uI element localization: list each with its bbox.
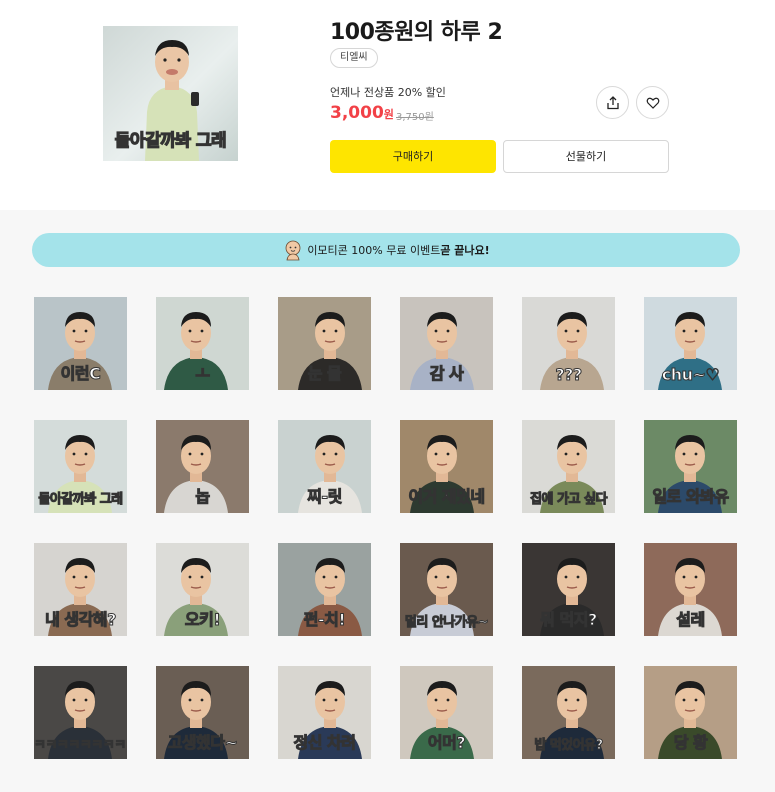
sticker-item[interactable]: 펀-치! — [278, 543, 371, 636]
sticker-item[interactable]: 뭐 먹지? — [522, 543, 615, 636]
promo-text: 언제나 전상품 20% 할인 — [330, 86, 446, 99]
sticker-item[interactable]: 돌아갈까봐 그래 — [34, 420, 127, 513]
sticker-item[interactable]: 이런C — [34, 297, 127, 390]
sticker-caption: 이런C — [60, 364, 101, 384]
sticker-caption: 내 생각해? — [45, 610, 117, 630]
buy-button[interactable]: 구매하기 — [330, 140, 496, 173]
banner-text: 이모티콘 100% 무료 이벤트 — [307, 244, 441, 257]
emoticon-character-icon — [285, 240, 301, 261]
sticker-item[interactable]: 정신 차려 — [278, 666, 371, 759]
sticker-caption: 밥 먹었어유? — [534, 738, 604, 754]
like-button[interactable] — [636, 86, 669, 119]
sticker-caption: 일로 와봐유 — [652, 487, 730, 507]
sticker-caption: 찌-릿 — [307, 487, 343, 507]
sticker-item[interactable]: 놉 — [156, 420, 249, 513]
gift-button[interactable]: 선물하기 — [503, 140, 669, 173]
product-header: 돌아갈까봐 그래 100종원의 하루 2 티엘씨 언제나 전상품 20% 할인 … — [0, 0, 775, 210]
price: 3,000원 — [330, 103, 394, 123]
sticker-item[interactable]: 멀리 안나가유~ — [400, 543, 493, 636]
sticker-caption: 감 사 — [429, 364, 464, 384]
sticker-item[interactable]: 이거 재밌네 — [400, 420, 493, 513]
sticker-item[interactable]: 당 황 — [644, 666, 737, 759]
sticker-caption: 정신 차려 — [293, 733, 356, 753]
share-button[interactable] — [596, 86, 629, 119]
author-badge[interactable]: 티엘씨 — [330, 48, 378, 68]
sticker-caption: 이거 재밌네 — [408, 487, 486, 507]
sticker-caption: 당 황 — [673, 733, 708, 753]
sticker-item[interactable]: 설레 — [644, 543, 737, 636]
sticker-item[interactable]: 일로 와봐유 — [644, 420, 737, 513]
sticker-caption: 뭐 먹지? — [540, 610, 598, 630]
sticker-caption: 멀리 안나가유~ — [404, 615, 489, 631]
sticker-item[interactable]: ??? — [522, 297, 615, 390]
original-price: 3,750원 — [396, 112, 434, 123]
sticker-caption: chu~♡ — [661, 365, 720, 385]
banner-emphasis: 곧 끝나요! — [440, 244, 490, 257]
sticker-item[interactable]: ㅋㅋㅋㅋㅋㅋㅋㅋㅋ — [34, 666, 127, 759]
sticker-caption: 고생했다~ — [167, 733, 238, 753]
sticker-item[interactable]: 내 생각해? — [34, 543, 127, 636]
sticker-caption: ㅗ — [195, 364, 211, 384]
sticker-item[interactable]: ㅗ — [156, 297, 249, 390]
sticker-item[interactable]: 감 사 — [400, 297, 493, 390]
product-title: 100종원의 하루 2 — [330, 20, 503, 45]
price-unit: 원 — [383, 108, 394, 121]
sticker-item[interactable]: 오키! — [156, 543, 249, 636]
sticker-caption: 오키! — [184, 610, 221, 630]
sticker-caption: ㅋㅋㅋㅋㅋㅋㅋㅋㅋ — [34, 738, 127, 754]
sticker-item[interactable]: 어머? — [400, 666, 493, 759]
sticker-item[interactable]: 집에 가고 싶다 — [522, 420, 615, 513]
price-value: 3,000 — [330, 103, 384, 123]
sticker-caption: 돌아갈까봐 그래 — [38, 492, 124, 508]
sticker-caption: 펀-치! — [303, 610, 346, 630]
sticker-item[interactable]: 밥 먹었어유? — [522, 666, 615, 759]
sticker-item[interactable]: chu~♡ — [644, 297, 737, 390]
sticker-item[interactable]: 찌-릿 — [278, 420, 371, 513]
share-icon — [606, 95, 619, 109]
sticker-caption: ??? — [555, 365, 583, 385]
event-banner[interactable]: 이모티콘 100% 무료 이벤트 곧 끝나요! — [32, 233, 740, 267]
heart-icon — [646, 97, 659, 109]
thumbnail-caption: 돌아갈까봐 그래 — [114, 130, 227, 151]
sticker-caption: 설레 — [676, 610, 706, 630]
sticker-caption: 어머? — [427, 733, 466, 753]
sticker-caption: 놉 — [195, 487, 211, 507]
sticker-item[interactable]: 눈 물 — [278, 297, 371, 390]
sticker-caption: 눈 물 — [307, 364, 342, 384]
sticker-caption: 집에 가고 싶다 — [530, 492, 608, 508]
product-thumbnail: 돌아갈까봐 그래 — [103, 26, 238, 161]
sticker-item[interactable]: 고생했다~ — [156, 666, 249, 759]
